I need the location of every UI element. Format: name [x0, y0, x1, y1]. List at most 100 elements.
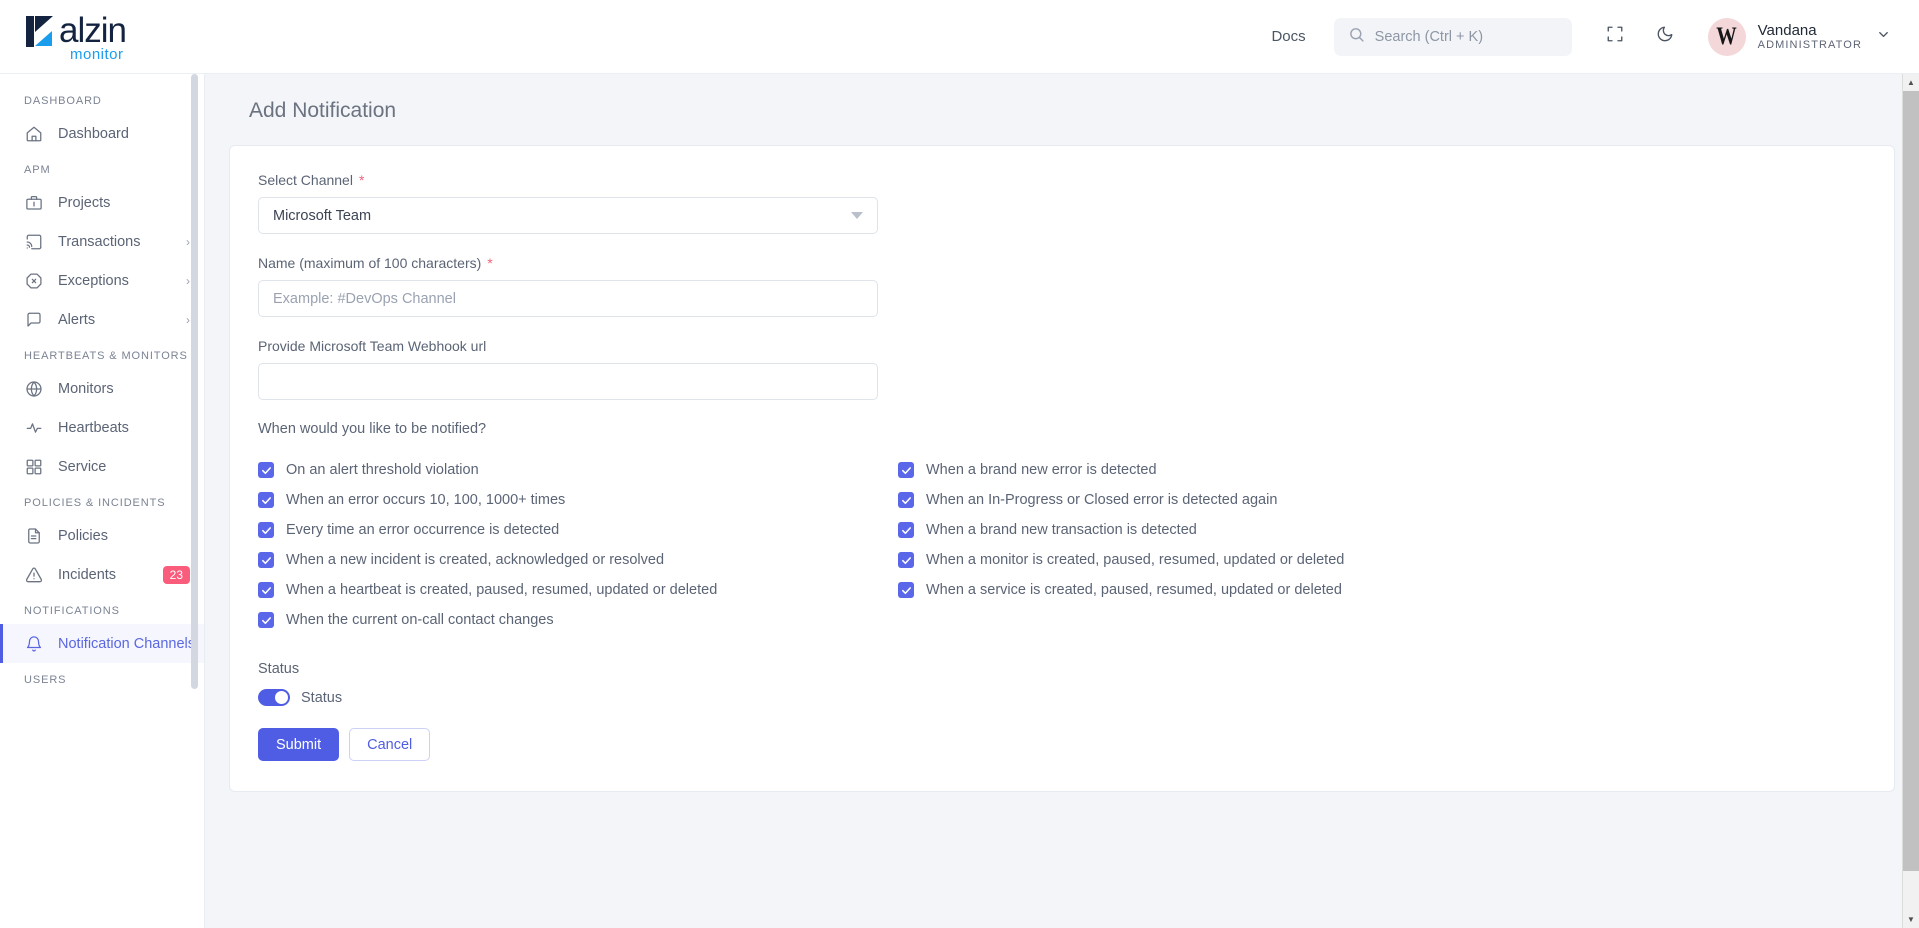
profile-name: Vandana: [1757, 21, 1817, 39]
sidebar-item-alerts[interactable]: Alerts ›: [0, 300, 204, 339]
notification-option-row[interactable]: When the current on-call contact changes: [258, 605, 898, 635]
sidebar-section-title: HEARTBEATS & MONITORS: [24, 350, 188, 362]
sidebar-item-notification-channels[interactable]: Notification Channels: [0, 624, 204, 663]
search-placeholder: Search (Ctrl + K): [1374, 28, 1484, 45]
notification-option-row[interactable]: When a service is created, paused, resum…: [898, 575, 1866, 605]
checkbox-checked-icon[interactable]: [898, 462, 914, 478]
sidebar-item-label: Monitors: [58, 380, 114, 397]
checkbox-checked-icon[interactable]: [258, 612, 274, 628]
status-toggle-knob: [275, 691, 288, 704]
profile-role: ADMINISTRATOR: [1757, 38, 1862, 51]
checkbox-checked-icon[interactable]: [258, 522, 274, 538]
checkbox-checked-icon[interactable]: [898, 552, 914, 568]
sidebar-scrollbar-thumb[interactable]: [191, 74, 198, 689]
brand-name: alzin: [59, 10, 127, 50]
name-required-asterisk: *: [487, 255, 493, 271]
status-heading: Status: [258, 661, 300, 677]
sidebar-item-heartbeats[interactable]: Heartbeats: [0, 408, 204, 447]
sidebar-section-title: NOTIFICATIONS: [24, 605, 120, 617]
sidebar-item-monitors[interactable]: Monitors: [0, 369, 204, 408]
webhook-label-text: Provide Microsoft Team Webhook url: [258, 338, 487, 354]
notification-option-row[interactable]: When a monitor is created, paused, resum…: [898, 545, 1866, 575]
sidebar-nav-list: DASHBOARD Dashboard APM Projects Transaction…: [0, 74, 204, 693]
status-toggle-row: Status: [258, 689, 1866, 706]
notification-option-row[interactable]: Every time an error occurrence is detect…: [258, 515, 898, 545]
notification-option-row[interactable]: When a heartbeat is created, paused, res…: [258, 575, 898, 605]
brand-logo[interactable]: alzin monitor: [0, 0, 250, 73]
checkbox-checked-icon[interactable]: [898, 522, 914, 538]
sidebar-scrollbar-track[interactable]: [191, 74, 201, 928]
sidebar-item-policies[interactable]: Policies: [0, 516, 204, 555]
sidebar-item-dashboard[interactable]: Dashboard: [0, 114, 204, 153]
sidebar-item-label: Policies: [58, 527, 108, 544]
brand-logo-row: alzin: [24, 10, 127, 51]
checkbox-checked-icon[interactable]: [258, 582, 274, 598]
briefcase-icon: [24, 193, 44, 213]
docs-link[interactable]: Docs: [1271, 28, 1305, 45]
sidebar-item-label: Notification Channels: [58, 635, 196, 652]
chevron-down-icon: [851, 212, 863, 219]
channel-label-text: Select Channel: [258, 172, 353, 188]
status-toggle[interactable]: [258, 689, 290, 706]
channel-select[interactable]: Microsoft Team: [258, 197, 878, 234]
add-notification-form-card: Select Channel * Microsoft Team Name (ma…: [229, 145, 1895, 792]
cancel-button[interactable]: Cancel: [349, 728, 431, 761]
user-profile-menu[interactable]: W Vandana ADMINISTRATOR: [1707, 17, 1891, 56]
scroll-down-arrow-icon[interactable]: ▼: [1902, 911, 1919, 928]
notification-option-row[interactable]: When a brand new error is detected: [898, 455, 1866, 485]
sidebar: DASHBOARD Dashboard APM Projects Transaction…: [0, 74, 205, 928]
chevron-right-icon: ›: [186, 234, 190, 249]
name-input[interactable]: Example: #DevOps Channel: [258, 280, 878, 317]
sidebar-item-service[interactable]: Service: [0, 447, 204, 486]
checkbox-checked-icon[interactable]: [898, 492, 914, 508]
grid-icon: [24, 457, 44, 477]
sidebar-item-exceptions[interactable]: Exceptions ›: [0, 261, 204, 300]
theme-toggle-button[interactable]: [1648, 20, 1682, 54]
notification-option-label: When an error occurs 10, 100, 1000+ time…: [286, 492, 566, 508]
sidebar-item-label: Projects: [58, 194, 111, 211]
chevron-right-icon: ›: [186, 312, 190, 327]
main-content: Add Notification Select Channel * Micros…: [205, 74, 1919, 928]
sidebar-item-incidents[interactable]: Incidents 23: [0, 555, 204, 594]
checkbox-checked-icon[interactable]: [898, 582, 914, 598]
form-actions: Submit Cancel: [258, 728, 1866, 761]
sidebar-section-title: USERS: [24, 674, 67, 686]
window-scrollbar[interactable]: ▲ ▼: [1902, 74, 1919, 928]
notification-option-row[interactable]: When an In-Progress or Closed error is d…: [898, 485, 1866, 515]
notification-option-row[interactable]: When a brand new transaction is detected: [898, 515, 1866, 545]
sidebar-section-title: DASHBOARD: [24, 95, 102, 107]
checkbox-checked-icon[interactable]: [258, 462, 274, 478]
scroll-up-arrow-icon[interactable]: ▲: [1902, 74, 1919, 91]
webhook-input[interactable]: [258, 363, 878, 400]
file-text-icon: [24, 526, 44, 546]
fullscreen-icon: [1606, 25, 1624, 48]
alert-triangle-icon: [24, 565, 44, 585]
cast-icon: [24, 232, 44, 252]
chevron-down-icon: [1876, 27, 1891, 47]
sidebar-item-label: Service: [58, 458, 107, 475]
notification-option-row[interactable]: When a new incident is created, acknowle…: [258, 545, 898, 575]
notification-option-label: When a monitor is created, paused, resum…: [926, 552, 1345, 568]
name-field-label: Name (maximum of 100 characters) *: [258, 255, 1866, 271]
body-wrapper: DASHBOARD Dashboard APM Projects Transaction…: [0, 74, 1919, 928]
sidebar-item-transactions[interactable]: Transactions ›: [0, 222, 204, 261]
name-label-text: Name (maximum of 100 characters): [258, 255, 482, 271]
search-input[interactable]: Search (Ctrl + K): [1333, 17, 1572, 56]
notification-option-label: On an alert threshold violation: [286, 462, 479, 478]
notification-option-label: When the current on-call contact changes: [286, 612, 554, 628]
submit-button[interactable]: Submit: [258, 728, 340, 761]
page-title: Add Notification: [249, 99, 397, 122]
notification-option-row[interactable]: On an alert threshold violation: [258, 455, 898, 485]
chevron-right-icon: ›: [186, 273, 190, 288]
notification-option-row[interactable]: When an error occurs 10, 100, 1000+ time…: [258, 485, 898, 515]
bell-icon: [24, 634, 44, 654]
sidebar-item-badge: 23: [162, 565, 190, 584]
checkbox-checked-icon[interactable]: [258, 552, 274, 568]
notify-question: When would you like to be notified?: [258, 421, 487, 437]
checkbox-checked-icon[interactable]: [258, 492, 274, 508]
window-scrollbar-thumb[interactable]: [1902, 91, 1919, 871]
notification-options-grid: On an alert threshold violation When an e…: [258, 455, 1866, 635]
fullscreen-button[interactable]: [1598, 20, 1632, 54]
sidebar-item-label: Heartbeats: [58, 419, 129, 436]
sidebar-item-projects[interactable]: Projects: [0, 183, 204, 222]
